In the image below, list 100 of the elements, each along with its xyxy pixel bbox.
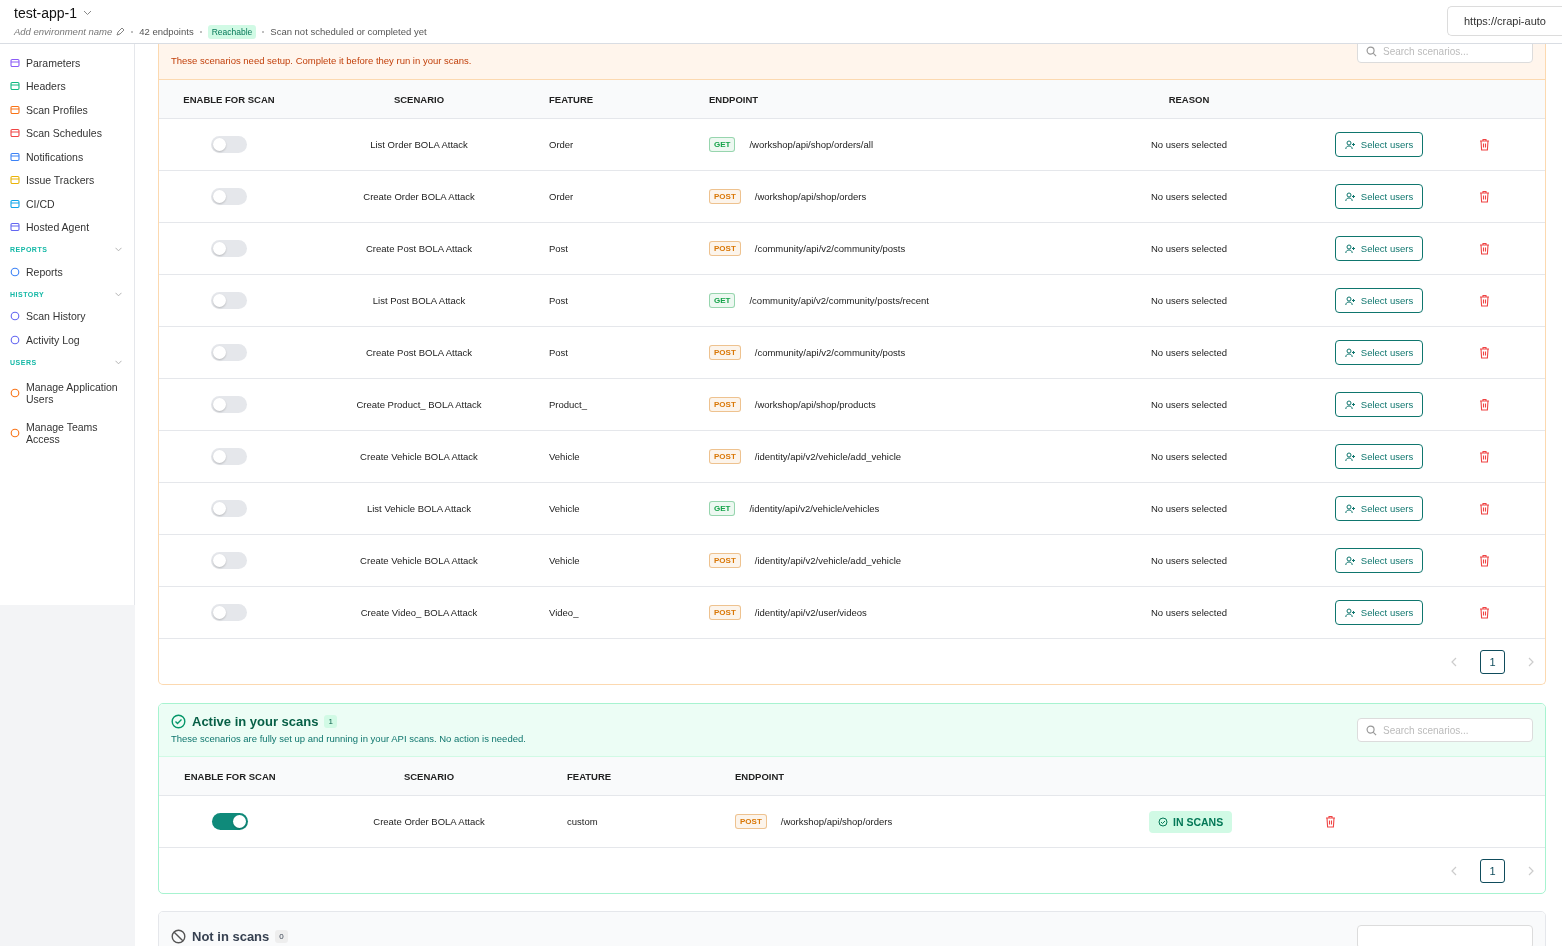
environment-name-link[interactable]: Add environment name — [14, 26, 113, 37]
trash-icon[interactable] — [1479, 294, 1490, 307]
sidebar-item[interactable]: CI/CD — [10, 192, 124, 216]
select-users-button[interactable]: Select users — [1334, 600, 1424, 625]
trash-icon[interactable] — [1479, 398, 1490, 411]
trash-icon[interactable] — [1479, 346, 1490, 359]
menu-item-icon — [10, 266, 20, 277]
sidebar-item[interactable]: Scan History — [10, 304, 124, 328]
section-description: These scenarios are fully set up and running in your API scans. No action is needed. — [171, 733, 526, 744]
method-badge: POST — [709, 397, 741, 412]
pencil-icon[interactable] — [116, 27, 126, 36]
previous-page-icon[interactable] — [1450, 865, 1458, 876]
count-badge: 0 — [275, 930, 288, 943]
table-cell-text: /community/api/v2/community/posts — [753, 347, 906, 358]
toggle-switch[interactable] — [211, 500, 247, 517]
next-page-icon[interactable] — [1527, 865, 1535, 876]
page-button[interactable]: 1 — [1480, 858, 1505, 883]
next-page-icon[interactable] — [1527, 656, 1535, 667]
select-users-button[interactable]: Select users — [1334, 236, 1424, 261]
trash-icon[interactable] — [1479, 190, 1490, 203]
ban-icon — [171, 929, 186, 944]
sidebar-item[interactable]: Manage Application Users — [10, 372, 124, 413]
trash-icon[interactable] — [1479, 606, 1490, 619]
sidebar-item[interactable]: Hosted Agent — [10, 215, 124, 239]
table-cell-text: /identity/api/v2/vehicle/add_vehicle — [753, 555, 902, 566]
trash-icon[interactable] — [1325, 815, 1336, 828]
column-header: ENABLE FOR SCAN — [182, 93, 276, 105]
select-users-button[interactable]: Select users — [1334, 496, 1424, 521]
table-cell-text: Create Vehicle BOLA Attack — [359, 555, 479, 566]
table-cell-text: Create Post BOLA Attack — [364, 243, 474, 254]
sidebar-item[interactable]: Headers — [10, 74, 124, 98]
sidebar-item[interactable]: Activity Log — [10, 328, 124, 352]
menu-item-icon — [10, 175, 20, 186]
page-button[interactable]: 1 — [1480, 649, 1505, 674]
toggle-switch[interactable] — [211, 604, 247, 621]
trash-icon[interactable] — [1479, 242, 1490, 255]
user-plus-icon — [1344, 139, 1356, 150]
table-cell-text: No users selected — [1149, 191, 1228, 202]
url-field[interactable]: https://crapi-auto — [1447, 5, 1562, 36]
toggle-switch[interactable] — [211, 552, 247, 569]
column-header: ENDPOINT — [734, 770, 786, 782]
trash-icon[interactable] — [1479, 450, 1490, 463]
menu-item-icon — [10, 427, 20, 438]
select-users-button[interactable]: Select users — [1334, 132, 1424, 157]
search-field[interactable] — [1357, 925, 1533, 946]
sidebar-item[interactable]: Notifications — [10, 145, 124, 169]
toggle-switch[interactable] — [211, 136, 247, 153]
table-cell-text: Post — [548, 295, 569, 306]
chevron-icon[interactable] — [115, 291, 122, 297]
app-title[interactable]: test-app-1 — [14, 4, 78, 21]
sidebar-item[interactable]: Scan Schedules — [10, 121, 124, 145]
select-users-button[interactable]: Select users — [1334, 392, 1424, 417]
trash-icon[interactable] — [1479, 502, 1490, 515]
table-cell-text: /workshop/api/shop/orders — [753, 191, 867, 202]
select-users-button[interactable]: Select users — [1334, 444, 1424, 469]
sidebar-item[interactable]: Reports — [10, 260, 124, 284]
table-cell-text: /workshop/api/shop/orders — [779, 816, 893, 827]
trash-icon[interactable] — [1479, 138, 1490, 151]
select-users-button[interactable]: Select users — [1334, 340, 1424, 365]
select-users-button[interactable]: Select users — [1334, 548, 1424, 573]
method-badge: POST — [709, 553, 741, 568]
table-cell-text: /workshop/api/shop/orders/all — [748, 139, 874, 150]
sidebar-item[interactable]: Issue Trackers — [10, 168, 124, 192]
table-cell-text: Create Order BOLA Attack — [372, 816, 486, 827]
column-header: ENABLE FOR SCAN — [183, 770, 277, 782]
table-cell-text: List Post BOLA Attack — [371, 295, 467, 306]
previous-page-icon[interactable] — [1450, 656, 1458, 667]
toggle-switch[interactable] — [211, 240, 247, 257]
toggle-switch[interactable] — [211, 396, 247, 413]
select-users-button[interactable]: Select users — [1334, 288, 1424, 313]
trash-icon[interactable] — [1479, 554, 1490, 567]
toggle-switch[interactable] — [212, 813, 248, 830]
count-badge: 1 — [324, 715, 337, 728]
check-circle-icon — [1158, 816, 1168, 827]
toggle-switch[interactable] — [211, 292, 247, 309]
search-icon — [1366, 46, 1377, 57]
menu-item-icon — [10, 222, 20, 233]
chevron-icon[interactable] — [115, 359, 122, 365]
toggle-switch[interactable] — [211, 188, 247, 205]
select-users-button[interactable]: Select users — [1334, 184, 1424, 209]
table-cell-text: Create Vehicle BOLA Attack — [359, 451, 479, 462]
sidebar-item[interactable]: Manage Teams Access — [10, 412, 124, 453]
table-cell-text: /identity/api/v2/user/videos — [753, 607, 867, 618]
sidebar-item[interactable]: Scan Profiles — [10, 98, 124, 122]
menu-item-icon — [10, 57, 20, 68]
user-plus-icon — [1344, 607, 1356, 618]
column-header: FEATURE — [566, 770, 613, 782]
user-plus-icon — [1344, 295, 1356, 306]
table-cell-text: Post — [548, 243, 569, 254]
menu-item-icon — [10, 387, 20, 398]
chevron-icon[interactable] — [115, 247, 122, 252]
menu-item-icon — [10, 311, 20, 322]
scan-status: Scan not scheduled or completed yet — [270, 26, 427, 37]
sidebar-item[interactable]: Parameters — [10, 51, 124, 75]
toggle-switch[interactable] — [211, 448, 247, 465]
chevron-down-icon[interactable] — [83, 9, 93, 16]
table-cell-text: /community/api/v2/community/posts — [753, 243, 906, 254]
toggle-switch[interactable] — [211, 344, 247, 361]
search-field[interactable]: Search scenarios... — [1357, 718, 1533, 742]
table-cell-text: /identity/api/v2/vehicle/add_vehicle — [753, 451, 902, 462]
